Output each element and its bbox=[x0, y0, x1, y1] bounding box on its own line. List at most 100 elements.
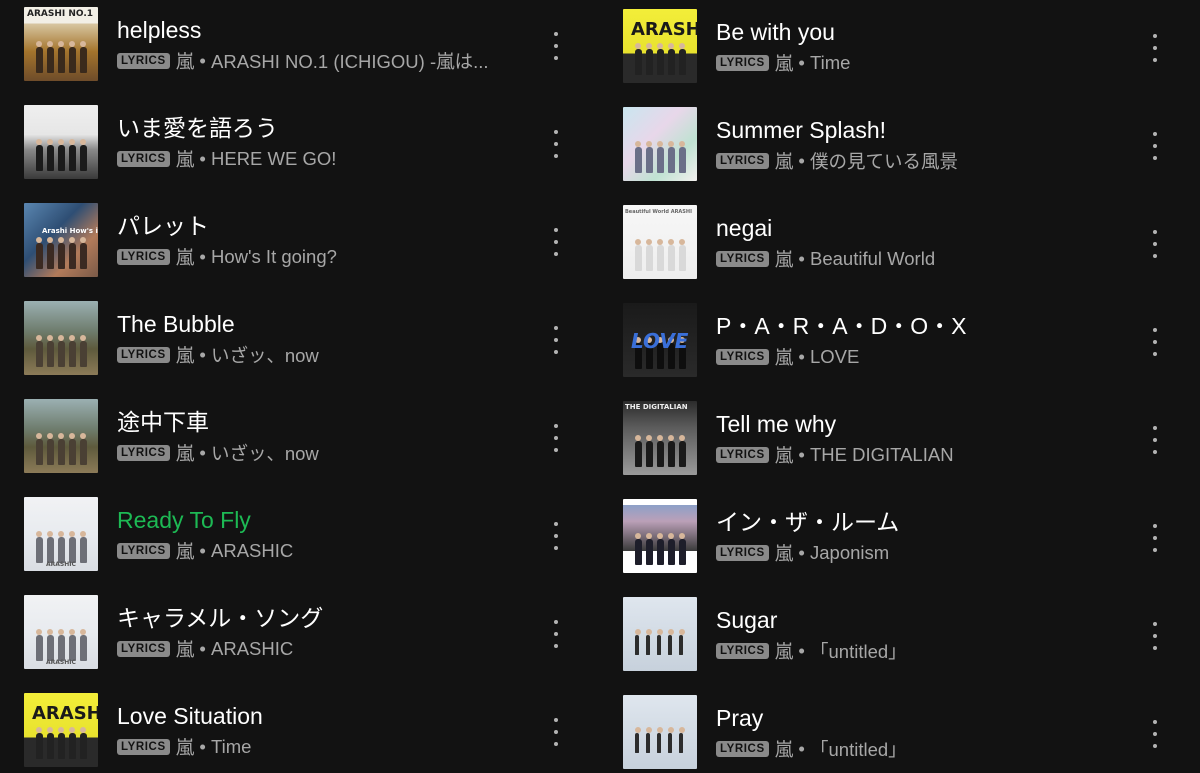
track-album[interactable]: ARASHI NO.1 (ICHIGOU) -嵐は... bbox=[211, 48, 489, 74]
track-row[interactable]: Sugar LYRICS 嵐 • 「untitled」 bbox=[599, 597, 1199, 695]
track-artist[interactable]: 嵐 bbox=[775, 638, 794, 664]
more-options-dot bbox=[554, 350, 558, 354]
cover-label: Arashi How's it going? bbox=[42, 227, 98, 235]
track-artist[interactable]: 嵐 bbox=[775, 442, 794, 468]
track-album[interactable]: いざッ、now bbox=[211, 342, 319, 368]
more-options-dot bbox=[554, 338, 558, 342]
more-options-icon[interactable] bbox=[546, 421, 566, 455]
cover-figure bbox=[668, 441, 675, 467]
track-album[interactable]: Japonism bbox=[810, 542, 889, 564]
separator-dot: • bbox=[793, 52, 810, 73]
cover-figure-head bbox=[657, 141, 663, 147]
cover-figure-head bbox=[80, 727, 86, 733]
track-artist[interactable]: 嵐 bbox=[775, 344, 794, 370]
track-row[interactable]: ARASHIC Ready To Fly LYRICS 嵐 • ARASHIC bbox=[0, 497, 600, 595]
more-options-icon[interactable] bbox=[546, 519, 566, 553]
track-album[interactable]: How's It going? bbox=[211, 246, 337, 268]
more-options-icon[interactable] bbox=[546, 715, 566, 749]
track-title: Ready To Fly bbox=[117, 507, 251, 533]
more-options-icon[interactable] bbox=[546, 323, 566, 357]
track-artist[interactable]: 嵐 bbox=[775, 540, 794, 566]
track-row[interactable]: The Bubble LYRICS 嵐 • いざッ、now bbox=[0, 301, 600, 399]
track-artist[interactable]: 嵐 bbox=[176, 636, 195, 662]
cover-figure bbox=[635, 635, 639, 655]
more-options-icon[interactable] bbox=[1145, 423, 1165, 457]
more-options-icon[interactable] bbox=[546, 617, 566, 651]
track-row[interactable]: ARASHI Be with you LYRICS 嵐 • Time bbox=[599, 9, 1199, 107]
cover-figure-head bbox=[58, 629, 64, 635]
track-row[interactable]: 途中下車 LYRICS 嵐 • いざッ、now bbox=[0, 399, 600, 497]
track-album[interactable]: 「untitled」 bbox=[810, 736, 907, 762]
more-options-icon[interactable] bbox=[1145, 717, 1165, 751]
cover-figure bbox=[58, 733, 65, 759]
track-album[interactable]: Time bbox=[211, 736, 251, 758]
album-cover bbox=[623, 597, 697, 671]
track-meta: いま愛を語ろう LYRICS 嵐 • HERE WE GO! bbox=[117, 105, 537, 172]
track-meta: Summer Splash! LYRICS 嵐 • 僕の見ている風景 bbox=[716, 107, 1136, 174]
track-artist[interactable]: 嵐 bbox=[775, 736, 794, 762]
cover-figure-head bbox=[80, 335, 86, 341]
more-options-icon[interactable] bbox=[1145, 521, 1165, 555]
track-row[interactable]: Beautiful World ARASHI negai LYRICS 嵐 • Bea… bbox=[599, 205, 1199, 303]
cover-figure bbox=[80, 733, 87, 759]
track-row[interactable]: いま愛を語ろう LYRICS 嵐 • HERE WE GO! bbox=[0, 105, 600, 203]
lyrics-badge: LYRICS bbox=[716, 153, 769, 169]
track-album[interactable]: LOVE bbox=[810, 346, 859, 368]
track-album[interactable]: Time bbox=[810, 52, 850, 74]
track-row[interactable]: THE DIGITALIAN Tell me why LYRICS 嵐 • THE D… bbox=[599, 401, 1199, 499]
more-options-icon[interactable] bbox=[546, 29, 566, 63]
track-artist[interactable]: 嵐 bbox=[176, 146, 195, 172]
track-meta: negai LYRICS 嵐 • Beautiful World bbox=[716, 205, 1136, 272]
track-artist[interactable]: 嵐 bbox=[176, 538, 195, 564]
lyrics-badge: LYRICS bbox=[716, 251, 769, 267]
cover-label: THE DIGITALIAN bbox=[625, 403, 688, 411]
more-options-icon[interactable] bbox=[546, 127, 566, 161]
track-artist[interactable]: 嵐 bbox=[176, 342, 195, 368]
more-options-dot bbox=[1153, 438, 1157, 442]
track-row[interactable]: イン・ザ・ルーム LYRICS 嵐 • Japonism bbox=[599, 499, 1199, 597]
track-album[interactable]: 僕の見ている風景 bbox=[810, 148, 958, 174]
track-row[interactable]: Pray LYRICS 嵐 • 「untitled」 bbox=[599, 695, 1199, 773]
track-row[interactable]: LOVE P・A・R・A・D・O・X LYRICS 嵐 • LOVE bbox=[599, 303, 1199, 401]
more-options-icon[interactable] bbox=[1145, 325, 1165, 359]
track-album[interactable]: いざッ、now bbox=[211, 440, 319, 466]
track-artist[interactable]: 嵐 bbox=[176, 244, 195, 270]
track-row[interactable]: Summer Splash! LYRICS 嵐 • 僕の見ている風景 bbox=[599, 107, 1199, 205]
cover-figure-head bbox=[36, 727, 42, 733]
more-options-icon[interactable] bbox=[1145, 129, 1165, 163]
track-row[interactable]: ARASHI Love Situation LYRICS 嵐 • Time bbox=[0, 693, 600, 773]
more-options-dot bbox=[1153, 34, 1157, 38]
track-album[interactable]: ARASHIC bbox=[211, 638, 293, 660]
track-album[interactable]: THE DIGITALIAN bbox=[810, 444, 954, 466]
track-row[interactable]: ARASHIC キャラメル・ソング LYRICS 嵐 • ARASHIC bbox=[0, 595, 600, 693]
track-subtitle: LYRICS 嵐 • ARASHIC bbox=[117, 538, 537, 564]
track-artist[interactable]: 嵐 bbox=[176, 734, 195, 760]
track-row[interactable]: Arashi How's it going? パレット LYRICS 嵐 • How'… bbox=[0, 203, 600, 301]
track-album[interactable]: HERE WE GO! bbox=[211, 148, 336, 170]
track-album[interactable]: Beautiful World bbox=[810, 248, 935, 270]
track-artist[interactable]: 嵐 bbox=[775, 50, 794, 76]
more-options-dot bbox=[1153, 744, 1157, 748]
track-album[interactable]: ARASHIC bbox=[211, 540, 293, 562]
cover-label: ARASHI bbox=[631, 19, 697, 40]
track-artist[interactable]: 嵐 bbox=[176, 440, 195, 466]
cover-figure-head bbox=[646, 43, 652, 49]
more-options-icon[interactable] bbox=[546, 225, 566, 259]
cover-figure bbox=[635, 147, 642, 173]
cover-figure-head bbox=[69, 237, 75, 243]
more-options-icon[interactable] bbox=[1145, 227, 1165, 261]
cover-figure-head bbox=[679, 533, 685, 539]
track-artist[interactable]: 嵐 bbox=[775, 148, 794, 174]
more-options-icon[interactable] bbox=[1145, 31, 1165, 65]
cover-label: ARASHIC bbox=[46, 659, 76, 666]
track-album[interactable]: 「untitled」 bbox=[810, 638, 907, 664]
more-options-icon[interactable] bbox=[1145, 619, 1165, 653]
track-meta: Be with you LYRICS 嵐 • Time bbox=[716, 9, 1136, 76]
track-row[interactable]: ARASHI NO.1 helpless LYRICS 嵐 • ARASHI NO.1… bbox=[0, 7, 600, 105]
album-cover: Arashi How's it going? bbox=[24, 203, 98, 277]
album-cover: ARASHI bbox=[623, 9, 697, 83]
track-artist[interactable]: 嵐 bbox=[775, 246, 794, 272]
track-artist[interactable]: 嵐 bbox=[176, 48, 195, 74]
separator-dot: • bbox=[793, 738, 810, 759]
album-cover: ARASHI NO.1 bbox=[24, 7, 98, 81]
